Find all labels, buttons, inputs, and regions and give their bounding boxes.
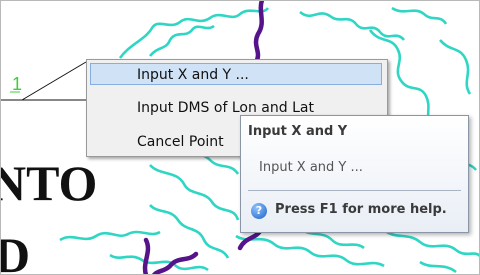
menu-item-label: Input X and Y ... xyxy=(137,67,249,83)
help-icon: ? xyxy=(251,203,267,219)
menu-item-input-x-y[interactable]: Input X and Y ... xyxy=(90,63,382,85)
tooltip-help-text: Press F1 for more help. xyxy=(275,202,447,217)
tooltip: Input X and Y Input X and Y ... ? Press … xyxy=(240,115,469,233)
tooltip-title: Input X and Y xyxy=(248,124,348,139)
tooltip-body: Input X and Y ... xyxy=(259,160,363,175)
map-canvas[interactable]: 1 NTO D Input X and Y ... Input DMS of L… xyxy=(0,0,480,275)
tooltip-divider xyxy=(248,190,461,191)
menu-item-label: Cancel Point xyxy=(137,134,224,150)
